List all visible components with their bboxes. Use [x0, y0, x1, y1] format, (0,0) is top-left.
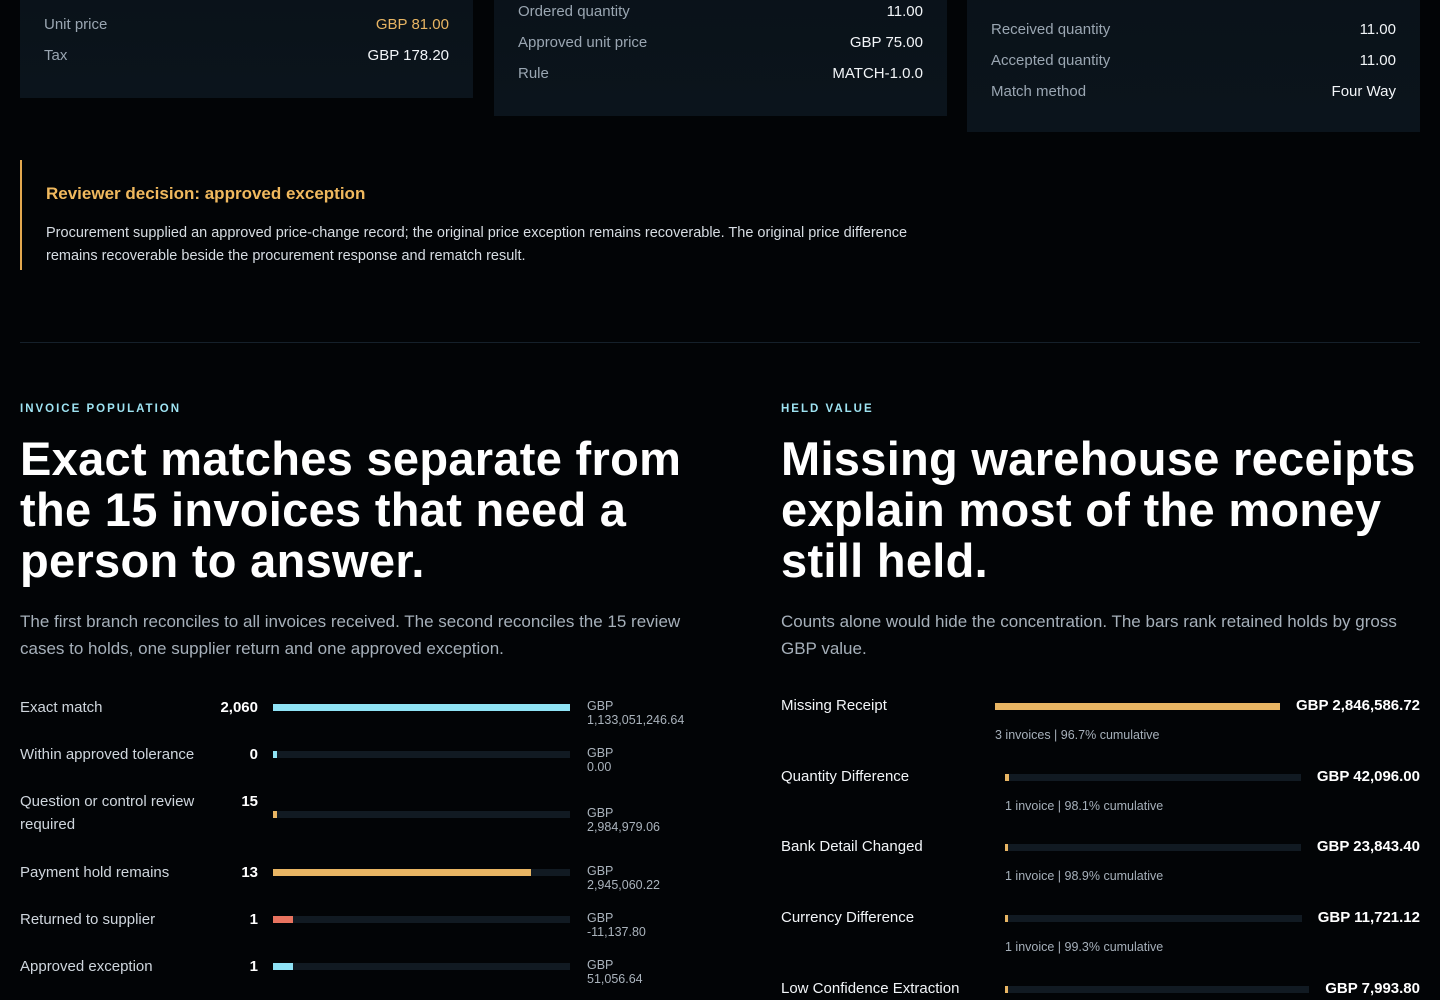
rule-label: Rule	[518, 65, 549, 82]
held-bar-track	[995, 703, 1281, 710]
population-bar	[273, 704, 570, 711]
held-bar-track	[1005, 915, 1302, 922]
held-row: Low Confidence Extraction GBP 7,993.80	[781, 980, 1420, 1000]
population-row-amount: GBP 1,133,051,246.64	[587, 699, 685, 727]
held-row-label: Quantity Difference	[781, 768, 910, 785]
held-value-heading: Missing warehouse receipts explain most …	[781, 432, 1416, 587]
invoice-population-lead: The first branch reconciles to all invoi…	[20, 612, 681, 658]
held-row: Currency Difference GBP 11,721.12 1 invoic…	[781, 909, 1420, 959]
held-bar-track	[1005, 774, 1301, 781]
invoice-population-heading: Exact matches separate from the 15 invoi…	[20, 432, 682, 587]
ordered-quantity-value: 11.00	[886, 3, 923, 20]
held-bar	[1005, 915, 1008, 922]
reviewer-decision-title: Reviewer decision: approved exception	[46, 184, 366, 203]
held-row-summary: 3 invoices | 96.7% cumulative	[995, 728, 1160, 742]
population-row-label: Returned to supplier	[20, 911, 156, 928]
population-row-amount: GBP 2,984,979.06	[587, 806, 660, 834]
population-bar-track	[273, 811, 570, 818]
held-bar-track	[1005, 986, 1310, 993]
population-bar	[273, 963, 293, 970]
approved-unit-price-row: Approved unit price GBP 75.00	[518, 34, 923, 51]
held-bar	[1005, 986, 1008, 993]
held-row: Quantity Difference GBP 42,096.00 1 invoic…	[781, 768, 1420, 818]
population-row-amount: GBP 0.00	[587, 746, 614, 774]
held-row-label: Low Confidence Extraction	[781, 980, 960, 997]
ordered-quantity-label: Ordered quantity	[518, 3, 630, 20]
population-row-count: 2,060	[220, 699, 258, 716]
match-method-label: Match method	[991, 83, 1087, 100]
population-row-count: 0	[249, 746, 258, 763]
held-row-label: Missing Receipt	[781, 697, 887, 714]
held-row-value: GBP 23,843.40	[1316, 838, 1420, 855]
population-bar	[273, 751, 277, 758]
population-row-label: Payment hold remains	[20, 864, 170, 881]
accepted-quantity-label: Accepted quantity	[991, 52, 1111, 69]
accepted-quantity-value: 11.00	[1359, 52, 1396, 69]
ordered-quantity-row: Ordered quantity 11.00	[518, 3, 923, 20]
reviewer-decision-body: Procurement supplied an approved price-c…	[46, 225, 908, 264]
held-value-eyebrow: HELD VALUE	[781, 403, 874, 415]
population-row-amount: GBP -11,137.80	[587, 911, 646, 939]
population-bar	[273, 916, 293, 923]
population-row-amount: GBP 51,056.64	[587, 958, 643, 986]
population-row-label: Approved exception	[20, 958, 153, 975]
held-row-summary: 1 invoice | 98.9% cumulative	[1005, 869, 1164, 883]
unit-price-label: Unit price	[44, 16, 108, 33]
held-row-summary: 1 invoice | 99.3% cumulative	[1005, 940, 1164, 954]
held-bar	[1005, 774, 1009, 781]
tax-label: Tax	[44, 47, 68, 64]
population-bar	[273, 811, 277, 818]
held-value-lead: Counts alone would hide the concentratio…	[781, 612, 1397, 658]
order-detail-card: Ordered quantity 11.00 Approved unit pri…	[494, 0, 947, 116]
population-row-amount: GBP 2,945,060.22	[587, 864, 660, 892]
approved-unit-price-label: Approved unit price	[518, 34, 648, 51]
population-row-count: 15	[241, 793, 258, 810]
invoice-population-section: INVOICE POPULATION Exact matches separat…	[20, 403, 720, 662]
received-quantity-label: Received quantity	[991, 21, 1111, 38]
received-quantity-value: 11.00	[1359, 21, 1396, 38]
rule-row: Rule MATCH-1.0.0	[518, 65, 923, 82]
held-row-summary: 1 invoice | 98.1% cumulative	[1005, 799, 1164, 813]
population-row-label: Exact match	[20, 699, 103, 716]
match-method-value: Four Way	[1331, 83, 1396, 100]
section-divider	[20, 342, 1420, 343]
invoice-detail-card: Unit price GBP 81.00 Tax GBP 178.20	[20, 0, 473, 98]
held-row-value: GBP 2,846,586.72	[1296, 697, 1420, 714]
unit-price-value: GBP 81.00	[375, 16, 449, 33]
held-row-label: Bank Detail Changed	[781, 838, 923, 855]
tax-row: Tax GBP 178.20	[44, 47, 449, 64]
population-bar-track	[273, 963, 570, 970]
held-bar	[995, 703, 1280, 710]
held-row: Missing Receipt GBP 2,846,586.72 3 invoice…	[781, 697, 1420, 747]
approved-unit-price-value: GBP 75.00	[849, 34, 923, 51]
population-bar-track	[273, 751, 570, 758]
received-quantity-row: Received quantity 11.00	[991, 21, 1396, 38]
population-bar-track	[273, 704, 570, 711]
held-row-value: GBP 11,721.12	[1317, 909, 1420, 926]
accepted-quantity-row: Accepted quantity 11.00	[991, 52, 1396, 69]
held-bar	[1005, 844, 1008, 851]
held-row-label: Currency Difference	[781, 909, 915, 926]
reviewer-decision-callout: Reviewer decision: approved exception Pr…	[20, 160, 950, 270]
tax-value: GBP 178.20	[367, 47, 449, 64]
population-bar-track	[273, 869, 570, 876]
held-row-value: GBP 7,993.80	[1325, 980, 1420, 997]
population-row-count: 1	[249, 911, 258, 928]
receipt-detail-card: Received quantity 11.00 Accepted quantit…	[967, 0, 1420, 132]
population-bar	[273, 869, 531, 876]
population-row-label: Question or control review required	[20, 793, 195, 833]
held-row: Bank Detail Changed GBP 23,843.40 1 invoic…	[781, 838, 1420, 888]
held-row-value: GBP 42,096.00	[1316, 768, 1420, 785]
unit-price-row: Unit price GBP 81.00	[44, 16, 449, 33]
population-row-count: 13	[241, 864, 258, 881]
rule-value: MATCH-1.0.0	[832, 65, 923, 82]
population-row-count: 1	[249, 958, 258, 975]
population-row-label: Within approved tolerance	[20, 746, 195, 763]
held-bar-track	[1005, 844, 1301, 851]
population-bar-track	[273, 916, 570, 923]
invoice-population-eyebrow: INVOICE POPULATION	[20, 403, 182, 415]
held-value-section: HELD VALUE Missing warehouse receipts ex…	[781, 403, 1421, 662]
match-method-row: Match method Four Way	[991, 83, 1396, 100]
